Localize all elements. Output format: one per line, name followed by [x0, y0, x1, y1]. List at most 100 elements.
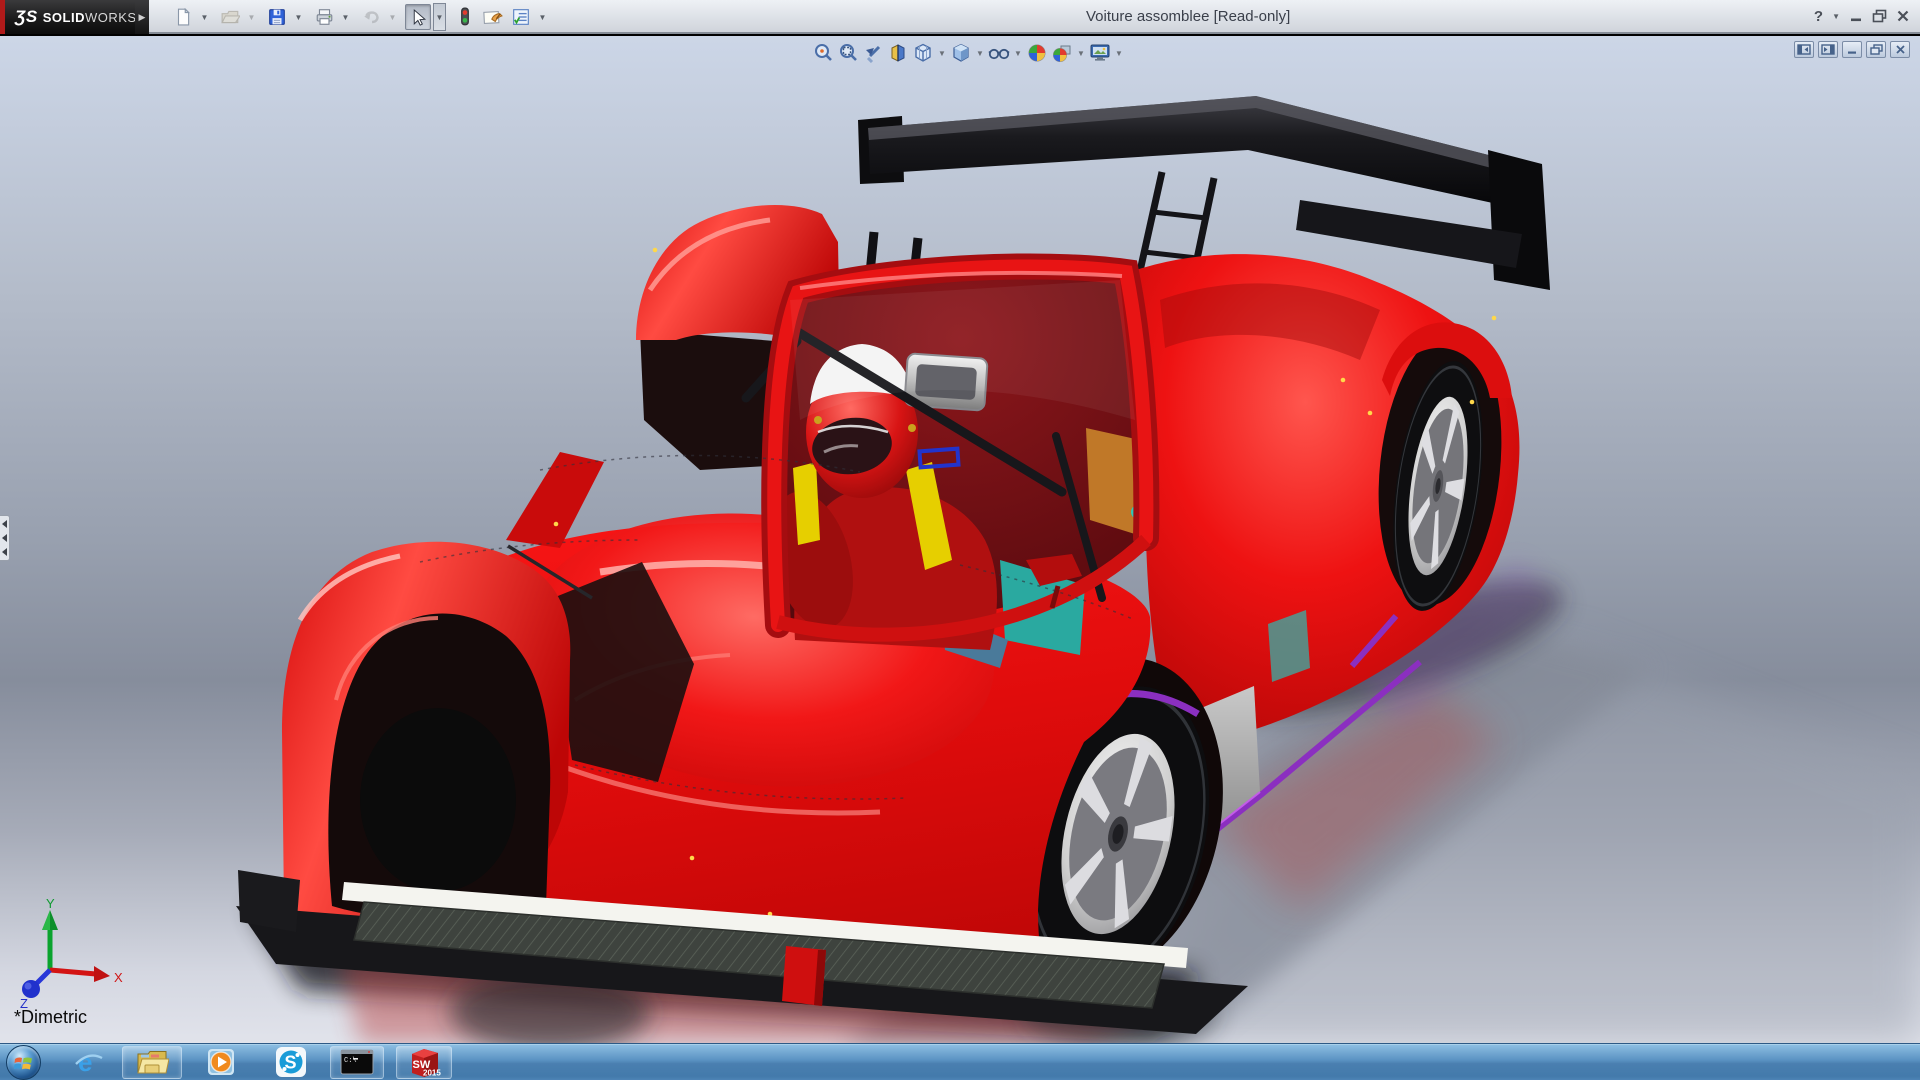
feature-pane-tab[interactable] [0, 515, 10, 561]
taskbar-item-windows-explorer[interactable] [122, 1046, 182, 1079]
view-orientation-icon [913, 43, 933, 63]
solidworks-window: ƷS SOLIDWORKS ▶ ▼ ▼ [0, 0, 1920, 1080]
pane-right-icon [1821, 44, 1835, 55]
zoom-to-fit-button[interactable] [812, 42, 834, 64]
window-title: Voiture assomblee [Read-only] [1086, 8, 1290, 25]
apply-scene-button[interactable] [1051, 42, 1073, 64]
chevron-left-icon [2, 534, 7, 542]
collapse-pane-right-button[interactable] [1818, 41, 1838, 58]
orientation-triad: Y X Z [8, 898, 132, 1014]
traffic-light-icon [457, 7, 473, 27]
chevron-left-icon [2, 548, 7, 556]
taskbar-item-command-prompt[interactable]: C:\ [330, 1046, 384, 1079]
graphics-area[interactable]: ▼ ▼ ▼ [0, 36, 1920, 1043]
windows-explorer-icon [135, 1048, 169, 1076]
solidworks-2015-icon: SW 2015 [406, 1046, 442, 1078]
model-race-car[interactable] [0, 36, 1920, 1043]
taskbar-item-media-player[interactable] [198, 1046, 244, 1079]
undo-icon [362, 8, 381, 26]
apply-scene-dropdown[interactable]: ▼ [1076, 49, 1086, 58]
zoom-to-area-button[interactable] [837, 42, 859, 64]
solidworks-3ds-glyph: ƷS [15, 7, 38, 27]
triad-x-label: X [114, 970, 123, 985]
document-window-controls [1794, 41, 1910, 58]
display-style-icon [951, 43, 971, 63]
doc-close-icon [1895, 44, 1906, 55]
display-style-button[interactable] [950, 42, 972, 64]
edit-sketch-button[interactable] [480, 4, 506, 30]
section-view-icon [888, 43, 908, 63]
restore-button[interactable] [1872, 9, 1887, 23]
doc-minimize-icon [1846, 44, 1858, 55]
open-button[interactable] [217, 4, 243, 30]
view-settings-button[interactable] [1089, 42, 1111, 64]
undo-dropdown[interactable]: ▼ [386, 4, 399, 30]
options-list-icon [512, 8, 530, 26]
taskbar-item-solidworks-2015[interactable]: SW 2015 [396, 1046, 452, 1079]
save-floppy-icon [268, 8, 286, 26]
print-button[interactable] [311, 4, 337, 30]
close-button[interactable] [1896, 9, 1910, 23]
view-settings-dropdown[interactable]: ▼ [1114, 49, 1124, 58]
menu-flyout-arrow[interactable]: ▶ [135, 0, 149, 34]
select-tool-button[interactable] [405, 4, 431, 30]
save-button[interactable] [264, 4, 290, 30]
triad-y-label: Y [46, 898, 55, 911]
view-orientation-label: *Dimetric [14, 1007, 87, 1028]
taskbar-item-solidworks-launcher[interactable]: S [266, 1046, 316, 1079]
doc-restore-button[interactable] [1866, 41, 1886, 58]
section-view-button[interactable] [887, 42, 909, 64]
sw-year-glyph: 2015 [423, 1069, 441, 1078]
glasses-icon [988, 43, 1010, 63]
main-toolbar: ▼ ▼ ▼ [170, 0, 553, 34]
taskbar: e [0, 1043, 1920, 1080]
undo-button[interactable] [358, 4, 384, 30]
title-bar: ƷS SOLIDWORKS ▶ ▼ ▼ [0, 0, 1920, 34]
print-dropdown[interactable]: ▼ [339, 4, 352, 30]
select-cursor-icon [410, 9, 427, 26]
new-document-button[interactable] [170, 4, 196, 30]
open-folder-icon [221, 8, 240, 26]
options-dropdown[interactable]: ▼ [536, 4, 549, 30]
collapse-pane-left-button[interactable] [1794, 41, 1814, 58]
previous-view-button[interactable] [862, 42, 884, 64]
edit-appearance-button[interactable] [1026, 42, 1048, 64]
taskbar-item-internet-explorer[interactable]: e [66, 1046, 112, 1079]
apply-scene-icon [1052, 43, 1072, 63]
help-button[interactable]: ? [1814, 8, 1823, 25]
zoom-to-fit-icon [813, 43, 833, 63]
windows-flag-icon [13, 1053, 35, 1073]
window-controls: ? ▼ [1814, 0, 1910, 32]
hide-show-items-dropdown[interactable]: ▼ [1013, 49, 1023, 58]
select-tool-dropdown[interactable]: ▼ [433, 3, 446, 31]
doc-close-button[interactable] [1890, 41, 1910, 58]
view-orientation-button[interactable] [912, 42, 934, 64]
solidworks-launcher-icon: S [275, 1046, 307, 1078]
new-document-dropdown[interactable]: ▼ [198, 4, 211, 30]
help-dropdown[interactable]: ▼ [1832, 12, 1840, 21]
view-orientation-dropdown[interactable]: ▼ [937, 49, 947, 58]
doc-restore-icon [1870, 44, 1883, 55]
display-style-dropdown[interactable]: ▼ [975, 49, 985, 58]
doc-minimize-button[interactable] [1842, 41, 1862, 58]
heads-up-toolbar: ▼ ▼ ▼ [812, 42, 1124, 64]
print-icon [315, 8, 334, 26]
options-button[interactable] [508, 4, 534, 30]
internet-explorer-icon: e [73, 1047, 105, 1077]
hide-show-items-button[interactable] [988, 42, 1010, 64]
pane-left-icon [1797, 44, 1811, 55]
start-button[interactable] [6, 1045, 41, 1080]
minimize-button[interactable] [1849, 9, 1863, 23]
traffic-light-button[interactable] [452, 4, 478, 30]
zoom-to-area-icon [838, 43, 858, 63]
save-dropdown[interactable]: ▼ [292, 4, 305, 30]
media-player-icon [206, 1047, 236, 1077]
appearance-ball-icon [1027, 43, 1047, 63]
svg-text:e: e [78, 1047, 92, 1077]
chevron-left-icon [2, 520, 7, 528]
previous-view-icon [863, 43, 883, 63]
open-dropdown[interactable]: ▼ [245, 4, 258, 30]
view-settings-icon [1089, 43, 1111, 63]
command-prompt-icon: C:\ [340, 1049, 374, 1075]
edit-sketch-icon [483, 8, 503, 26]
